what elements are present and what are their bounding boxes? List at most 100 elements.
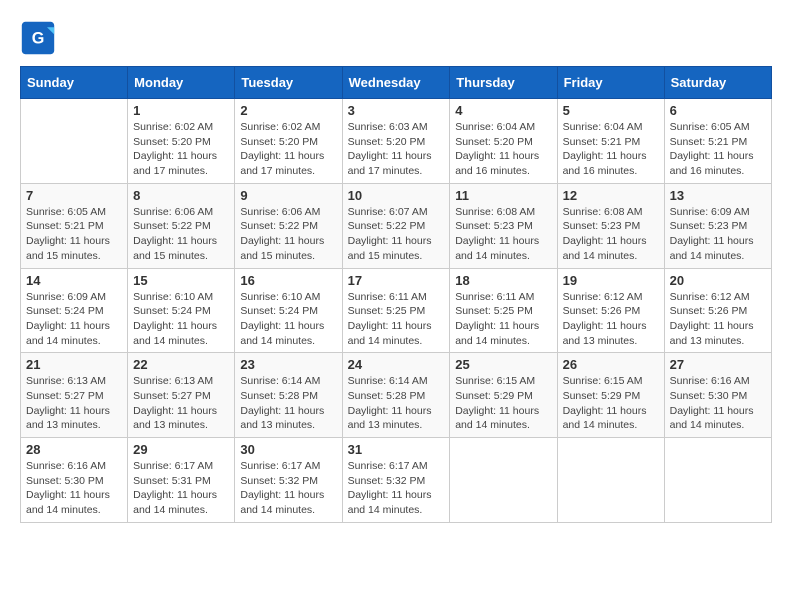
day-info: Sunrise: 6:16 AM Sunset: 5:30 PM Dayligh… bbox=[26, 459, 122, 518]
day-info: Sunrise: 6:05 AM Sunset: 5:21 PM Dayligh… bbox=[670, 120, 766, 179]
calendar-cell: 14 Sunrise: 6:09 AM Sunset: 5:24 PM Dayli… bbox=[21, 268, 128, 353]
weekday-header: Tuesday bbox=[235, 67, 342, 99]
calendar-cell: 17Sunrise: 6:11 AM Sunset: 5:25 PM Dayli… bbox=[342, 268, 450, 353]
day-info: Sunrise: 6:10 AM Sunset: 5:24 PM Dayligh… bbox=[133, 290, 229, 349]
calendar-cell: 25 Sunrise: 6:15 AM Sunset: 5:29 PM Dayli… bbox=[450, 353, 557, 438]
day-info: Sunrise: 6:02 AM Sunset: 5:20 PM Dayligh… bbox=[240, 120, 336, 179]
weekday-header: Monday bbox=[128, 67, 235, 99]
day-info: Sunrise: 6:05 AM Sunset: 5:21 PM Dayligh… bbox=[26, 205, 122, 264]
logo-icon: G bbox=[20, 20, 56, 56]
day-info: Sunrise: 6:15 AM Sunset: 5:29 PM Dayligh… bbox=[563, 374, 659, 433]
day-number: 22 bbox=[133, 357, 229, 372]
day-number: 24 bbox=[348, 357, 445, 372]
day-info: Sunrise: 6:14 AM Sunset: 5:28 PM Dayligh… bbox=[240, 374, 336, 433]
day-info: Sunrise: 6:16 AM Sunset: 5:30 PM Dayligh… bbox=[670, 374, 766, 433]
day-info: Sunrise: 6:17 AM Sunset: 5:31 PM Dayligh… bbox=[133, 459, 229, 518]
calendar-cell: 8Sunrise: 6:06 AM Sunset: 5:22 PM Daylig… bbox=[128, 183, 235, 268]
weekday-header: Wednesday bbox=[342, 67, 450, 99]
day-info: Sunrise: 6:12 AM Sunset: 5:26 PM Dayligh… bbox=[563, 290, 659, 349]
calendar-cell: 3 Sunrise: 6:03 AM Sunset: 5:20 PM Daylig… bbox=[342, 99, 450, 184]
day-info: Sunrise: 6:12 AM Sunset: 5:26 PM Dayligh… bbox=[670, 290, 766, 349]
day-number: 27 bbox=[670, 357, 766, 372]
calendar-cell: 2 Sunrise: 6:02 AM Sunset: 5:20 PM Daylig… bbox=[235, 99, 342, 184]
calendar-cell: 11 Sunrise: 6:08 AM Sunset: 5:23 PM Dayli… bbox=[450, 183, 557, 268]
day-number: 17 bbox=[348, 273, 445, 288]
day-number: 9 bbox=[240, 188, 336, 203]
day-number: 10 bbox=[348, 188, 445, 203]
day-info: Sunrise: 6:17 AM Sunset: 5:32 PM Dayligh… bbox=[240, 459, 336, 518]
calendar-cell: 22 Sunrise: 6:13 AM Sunset: 5:27 PM Dayli… bbox=[128, 353, 235, 438]
calendar-cell: 24Sunrise: 6:14 AM Sunset: 5:28 PM Dayli… bbox=[342, 353, 450, 438]
calendar-cell: 30 Sunrise: 6:17 AM Sunset: 5:32 PM Dayli… bbox=[235, 438, 342, 523]
calendar-week-row: 14 Sunrise: 6:09 AM Sunset: 5:24 PM Dayli… bbox=[21, 268, 772, 353]
day-info: Sunrise: 6:04 AM Sunset: 5:21 PM Dayligh… bbox=[563, 120, 659, 179]
day-info: Sunrise: 6:06 AM Sunset: 5:22 PM Dayligh… bbox=[133, 205, 229, 264]
day-number: 6 bbox=[670, 103, 766, 118]
day-number: 23 bbox=[240, 357, 336, 372]
calendar-cell: 1 Sunrise: 6:02 AM Sunset: 5:20 PM Daylig… bbox=[128, 99, 235, 184]
day-info: Sunrise: 6:02 AM Sunset: 5:20 PM Dayligh… bbox=[133, 120, 229, 179]
calendar-table: SundayMondayTuesdayWednesdayThursdayFrid… bbox=[20, 66, 772, 523]
calendar-cell: 6 Sunrise: 6:05 AM Sunset: 5:21 PM Daylig… bbox=[664, 99, 771, 184]
day-number: 19 bbox=[563, 273, 659, 288]
weekday-header: Sunday bbox=[21, 67, 128, 99]
calendar-week-row: 21 Sunrise: 6:13 AM Sunset: 5:27 PM Dayli… bbox=[21, 353, 772, 438]
calendar-cell: 9 Sunrise: 6:06 AM Sunset: 5:22 PM Daylig… bbox=[235, 183, 342, 268]
calendar-cell: 15 Sunrise: 6:10 AM Sunset: 5:24 PM Dayli… bbox=[128, 268, 235, 353]
day-info: Sunrise: 6:13 AM Sunset: 5:27 PM Dayligh… bbox=[133, 374, 229, 433]
day-number: 4 bbox=[455, 103, 551, 118]
day-number: 7 bbox=[26, 188, 122, 203]
day-number: 11 bbox=[455, 188, 551, 203]
day-number: 21 bbox=[26, 357, 122, 372]
calendar-cell: 4 Sunrise: 6:04 AM Sunset: 5:20 PM Daylig… bbox=[450, 99, 557, 184]
calendar-cell bbox=[450, 438, 557, 523]
day-number: 26 bbox=[563, 357, 659, 372]
day-info: Sunrise: 6:09 AM Sunset: 5:24 PM Dayligh… bbox=[26, 290, 122, 349]
day-number: 25 bbox=[455, 357, 551, 372]
calendar-cell bbox=[557, 438, 664, 523]
day-number: 30 bbox=[240, 442, 336, 457]
day-info: Sunrise: 6:09 AM Sunset: 5:23 PM Dayligh… bbox=[670, 205, 766, 264]
day-info: Sunrise: 6:08 AM Sunset: 5:23 PM Dayligh… bbox=[455, 205, 551, 264]
weekday-header: Thursday bbox=[450, 67, 557, 99]
calendar-cell: 29 Sunrise: 6:17 AM Sunset: 5:31 PM Dayli… bbox=[128, 438, 235, 523]
day-number: 18 bbox=[455, 273, 551, 288]
day-number: 29 bbox=[133, 442, 229, 457]
day-info: Sunrise: 6:08 AM Sunset: 5:23 PM Dayligh… bbox=[563, 205, 659, 264]
calendar-cell: 23 Sunrise: 6:14 AM Sunset: 5:28 PM Dayli… bbox=[235, 353, 342, 438]
calendar-cell bbox=[21, 99, 128, 184]
day-info: Sunrise: 6:03 AM Sunset: 5:20 PM Dayligh… bbox=[348, 120, 445, 179]
day-info: Sunrise: 6:07 AM Sunset: 5:22 PM Dayligh… bbox=[348, 205, 445, 264]
calendar-cell bbox=[664, 438, 771, 523]
day-info: Sunrise: 6:04 AM Sunset: 5:20 PM Dayligh… bbox=[455, 120, 551, 179]
day-number: 3 bbox=[348, 103, 445, 118]
day-number: 15 bbox=[133, 273, 229, 288]
calendar-cell: 28Sunrise: 6:16 AM Sunset: 5:30 PM Dayli… bbox=[21, 438, 128, 523]
calendar-cell: 7 Sunrise: 6:05 AM Sunset: 5:21 PM Daylig… bbox=[21, 183, 128, 268]
day-number: 31 bbox=[348, 442, 445, 457]
calendar-header-row: SundayMondayTuesdayWednesdayThursdayFrid… bbox=[21, 67, 772, 99]
day-info: Sunrise: 6:13 AM Sunset: 5:27 PM Dayligh… bbox=[26, 374, 122, 433]
calendar-week-row: 1 Sunrise: 6:02 AM Sunset: 5:20 PM Daylig… bbox=[21, 99, 772, 184]
day-number: 20 bbox=[670, 273, 766, 288]
calendar-week-row: 28Sunrise: 6:16 AM Sunset: 5:30 PM Dayli… bbox=[21, 438, 772, 523]
day-number: 2 bbox=[240, 103, 336, 118]
day-number: 12 bbox=[563, 188, 659, 203]
weekday-header: Saturday bbox=[664, 67, 771, 99]
day-number: 1 bbox=[133, 103, 229, 118]
calendar-cell: 12 Sunrise: 6:08 AM Sunset: 5:23 PM Dayli… bbox=[557, 183, 664, 268]
day-info: Sunrise: 6:15 AM Sunset: 5:29 PM Dayligh… bbox=[455, 374, 551, 433]
calendar-cell: 16Sunrise: 6:10 AM Sunset: 5:24 PM Dayli… bbox=[235, 268, 342, 353]
day-info: Sunrise: 6:17 AM Sunset: 5:32 PM Dayligh… bbox=[348, 459, 445, 518]
calendar-cell: 13Sunrise: 6:09 AM Sunset: 5:23 PM Dayli… bbox=[664, 183, 771, 268]
calendar-cell: 20 Sunrise: 6:12 AM Sunset: 5:26 PM Dayli… bbox=[664, 268, 771, 353]
calendar-cell: 27 Sunrise: 6:16 AM Sunset: 5:30 PM Dayli… bbox=[664, 353, 771, 438]
day-info: Sunrise: 6:10 AM Sunset: 5:24 PM Dayligh… bbox=[240, 290, 336, 349]
calendar-cell: 31 Sunrise: 6:17 AM Sunset: 5:32 PM Dayli… bbox=[342, 438, 450, 523]
day-number: 14 bbox=[26, 273, 122, 288]
day-info: Sunrise: 6:06 AM Sunset: 5:22 PM Dayligh… bbox=[240, 205, 336, 264]
calendar-cell: 18 Sunrise: 6:11 AM Sunset: 5:25 PM Dayli… bbox=[450, 268, 557, 353]
calendar-cell: 26 Sunrise: 6:15 AM Sunset: 5:29 PM Dayli… bbox=[557, 353, 664, 438]
day-info: Sunrise: 6:11 AM Sunset: 5:25 PM Dayligh… bbox=[455, 290, 551, 349]
calendar-cell: 19 Sunrise: 6:12 AM Sunset: 5:26 PM Dayli… bbox=[557, 268, 664, 353]
